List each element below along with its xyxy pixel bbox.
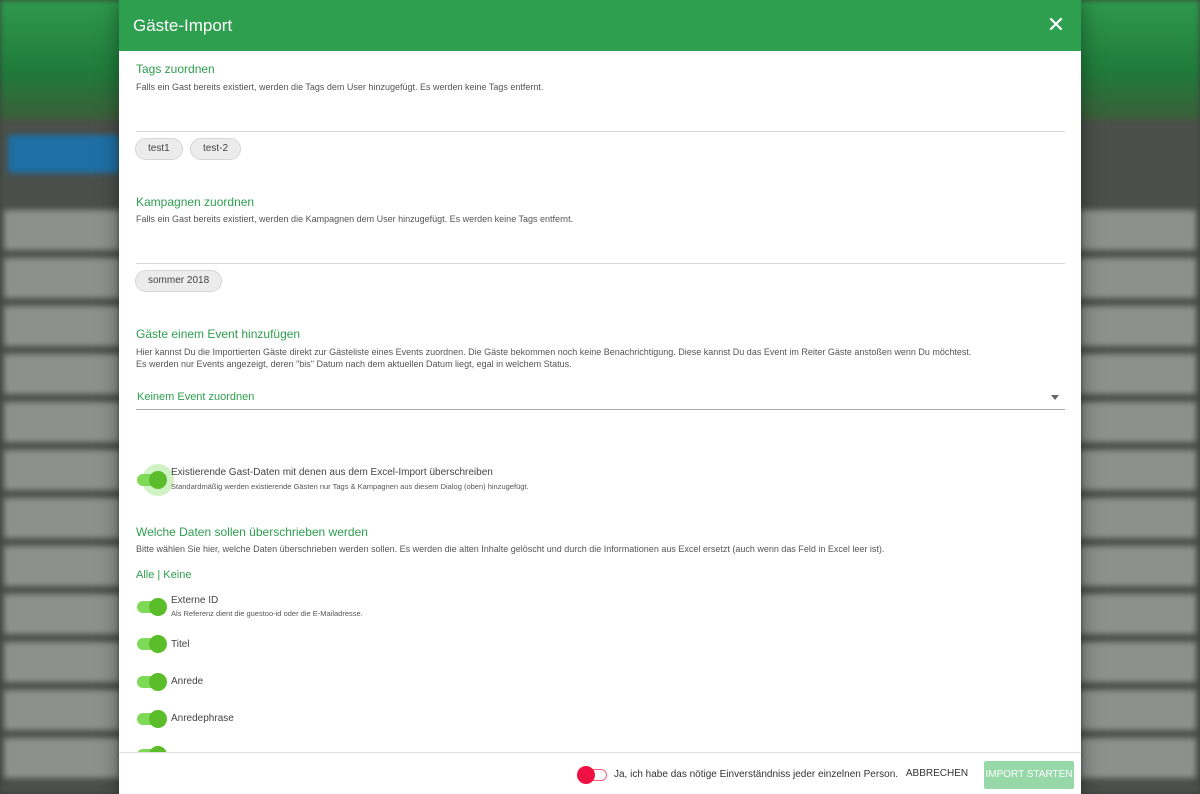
toggle-knob	[149, 635, 167, 653]
field-toggle-anredephrase[interactable]	[137, 710, 167, 728]
background-row	[1080, 594, 1196, 634]
dialog-footer: Ja, ich habe das nötige Einverständniss …	[119, 752, 1081, 794]
tag-chip[interactable]: test1	[135, 138, 183, 160]
background-row	[4, 690, 120, 730]
tags-title: Tags zuordnen	[136, 62, 215, 76]
background-row	[1080, 306, 1196, 346]
background-row	[4, 354, 120, 394]
campaigns-input-line[interactable]	[136, 263, 1065, 264]
background-row	[1080, 738, 1196, 778]
background-row	[1080, 402, 1196, 442]
background-row	[4, 738, 120, 778]
fields-description: Bitte wählen Sie hier, welche Daten über…	[136, 544, 885, 554]
background-row	[1080, 258, 1196, 298]
dialog-content: Tags zuordnen Falls ein Gast bereits exi…	[119, 51, 1081, 752]
background-row	[4, 306, 120, 346]
tags-description: Falls ein Gast bereits existiert, werden…	[136, 82, 544, 92]
event-select-value: Keinem Event zuordnen	[137, 391, 255, 403]
background-row	[4, 210, 120, 250]
consent-toggle[interactable]	[577, 766, 607, 784]
toggle-knob	[149, 673, 167, 691]
background-row	[1080, 690, 1196, 730]
close-icon[interactable]: ✕	[1043, 12, 1069, 38]
field-label: Titel	[171, 639, 190, 650]
fields-title: Welche Daten sollen überschrieben werden	[136, 525, 368, 539]
campaign-chip[interactable]: sommer 2018	[135, 270, 223, 292]
background-row	[1080, 498, 1196, 538]
background-row	[1080, 642, 1196, 682]
start-import-button[interactable]: IMPORT STARTEN	[984, 761, 1074, 789]
event-select[interactable]: Keinem Event zuordnen	[136, 384, 1065, 410]
guest-import-dialog: Gäste-Import ✕ Tags zuordnen Falls ein G…	[119, 0, 1081, 794]
background-row	[1080, 546, 1196, 586]
dialog-header: Gäste-Import ✕	[119, 0, 1081, 51]
background-row	[4, 546, 120, 586]
background-row	[4, 594, 120, 634]
dialog-title: Gäste-Import	[133, 16, 233, 35]
consent-label: Ja, ich habe das nötige Einverständniss …	[614, 769, 899, 780]
tag-chip[interactable]: test-2	[190, 138, 242, 160]
background-row	[1080, 354, 1196, 394]
overwrite-toggle[interactable]	[137, 464, 174, 496]
field-label: Externe ID	[171, 595, 219, 606]
event-title: Gäste einem Event hinzufügen	[136, 327, 301, 341]
field-toggle-externe-id[interactable]	[137, 598, 167, 616]
cancel-button[interactable]: ABBRECHEN	[905, 763, 969, 785]
background-row	[1080, 210, 1196, 250]
overwrite-sub: Standardmäßig werden existierende Gästen…	[171, 482, 529, 491]
background-row	[4, 498, 120, 538]
background-button	[8, 135, 120, 173]
background-row	[4, 402, 120, 442]
toggle-knob	[149, 598, 167, 616]
toggle-knob	[149, 710, 167, 728]
field-toggle-titel[interactable]	[137, 635, 167, 653]
toggle-knob	[577, 766, 595, 784]
event-description-2: Es werden nur Events angezeigt, deren "b…	[136, 359, 572, 369]
field-label: Anredephrase	[171, 713, 234, 724]
overwrite-label: Existierende Gast-Daten mit denen aus de…	[171, 467, 493, 478]
chevron-down-icon	[1051, 395, 1059, 400]
select-all-none-link[interactable]: Alle | Keine	[136, 569, 191, 581]
field-label: Anrede	[171, 676, 204, 687]
tags-input-line[interactable]	[136, 131, 1065, 132]
background-row	[4, 258, 120, 298]
background-row	[4, 642, 120, 682]
toggle-knob	[149, 471, 167, 489]
field-toggle-anrede[interactable]	[137, 673, 167, 691]
background-row	[4, 450, 120, 490]
campaigns-title: Kampagnen zuordnen	[136, 195, 255, 209]
field-sub: Als Referenz dient die guestoo-id oder d…	[171, 609, 363, 618]
background-row	[1080, 450, 1196, 490]
campaigns-description: Falls ein Gast bereits existiert, werden…	[136, 214, 574, 224]
event-description-1: Hier kannst Du die Importierten Gäste di…	[136, 347, 972, 357]
